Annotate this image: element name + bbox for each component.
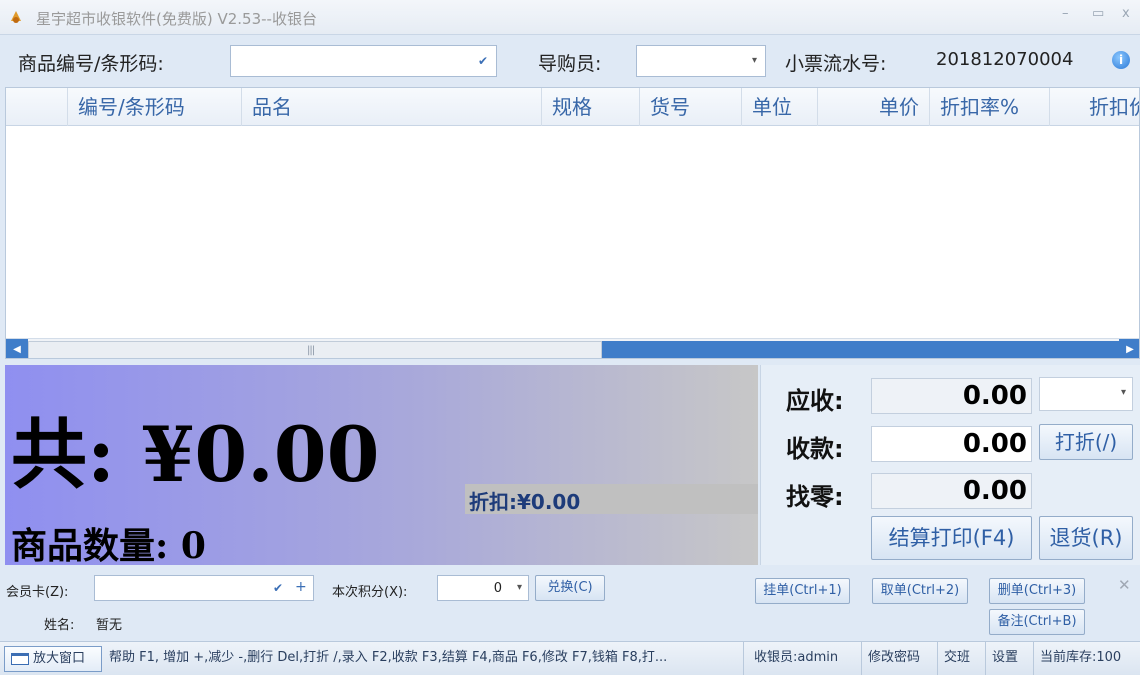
- top-input-row: 商品编号/条形码: ✔ 导购员: ▾ 小票流水号: 201812070004 i: [0, 35, 1140, 87]
- total-panel: 共: ¥0.00 折扣:¥0.00 商品数量: 0: [5, 365, 758, 567]
- payment-panel: 应收: 0.00 ▾ 收款: 0.00 打折(/) 找零: 0.00 结算打印(…: [760, 365, 1140, 565]
- column-header-selector[interactable]: [6, 88, 68, 126]
- add-icon[interactable]: +: [295, 579, 307, 595]
- hold-order-button[interactable]: 挂单(Ctrl+1): [755, 578, 850, 604]
- column-header-name[interactable]: 品名: [242, 88, 542, 126]
- points-label: 本次积分(X):: [332, 585, 408, 600]
- barcode-label: 商品编号/条形码:: [18, 53, 164, 75]
- payment-method-select[interactable]: ▾: [1039, 377, 1133, 411]
- settings-link[interactable]: 设置: [986, 642, 1034, 675]
- maximize-button[interactable]: ▭: [1092, 6, 1104, 21]
- receivable-field: 0.00: [871, 378, 1032, 414]
- discount-button[interactable]: 打折(/): [1039, 424, 1133, 460]
- check-icon[interactable]: ✔: [273, 581, 283, 595]
- column-header-barcode[interactable]: 编号/条形码: [68, 88, 242, 126]
- change-label: 找零:: [786, 483, 844, 511]
- shift-link[interactable]: 交班: [938, 642, 986, 675]
- column-header-item-no[interactable]: 货号: [640, 88, 742, 126]
- scroll-left-icon[interactable]: ◀: [6, 339, 28, 358]
- close-button[interactable]: x: [1122, 6, 1130, 21]
- member-card-input[interactable]: ✔ +: [94, 575, 314, 601]
- member-card-label: 会员卡(Z):: [6, 585, 69, 600]
- scrollbar-thumb[interactable]: |||: [28, 341, 602, 358]
- close-icon[interactable]: ✕: [1118, 576, 1131, 594]
- change-password-link[interactable]: 修改密码: [862, 642, 938, 675]
- chevron-down-icon[interactable]: ✔: [478, 54, 488, 68]
- points-select[interactable]: 0 ▾: [437, 575, 529, 601]
- member-section: 会员卡(Z): ✔ + 本次积分(X): 0 ▾ 兑换(C) 姓名: 暂无 挂单…: [0, 568, 1140, 640]
- received-label: 收款:: [786, 435, 844, 463]
- zoom-window-label: 放大窗口: [33, 651, 86, 666]
- name-value: 暂无: [96, 618, 123, 633]
- column-header-discount-price[interactable]: 折扣价: [1050, 88, 1139, 126]
- receivable-label: 应收:: [786, 387, 844, 415]
- chevron-down-icon[interactable]: ▾: [517, 582, 522, 593]
- note-button[interactable]: 备注(Ctrl+B): [989, 609, 1085, 635]
- guide-select[interactable]: ▾: [636, 45, 766, 77]
- cashier-label: 收银员:admin: [748, 642, 862, 675]
- grid-header: 编号/条形码 品名 规格 货号 单位 单价 折扣率% 折扣价: [6, 88, 1139, 126]
- minimize-button[interactable]: –: [1062, 6, 1069, 21]
- discount-amount: 折扣:¥0.00: [469, 490, 581, 514]
- name-label: 姓名:: [44, 618, 75, 633]
- item-quantity: 商品数量: 0: [11, 525, 206, 567]
- window-title: 星宇超市收银软件(免费版) V2.53--收银台: [36, 10, 317, 28]
- column-header-unit[interactable]: 单位: [742, 88, 818, 126]
- chevron-down-icon[interactable]: ▾: [1121, 387, 1126, 398]
- points-value: 0: [493, 581, 502, 596]
- product-grid[interactable]: 编号/条形码 品名 规格 货号 单位 单价 折扣率% 折扣价 ◀ ||| ▶: [5, 87, 1140, 359]
- receipt-number: 201812070004: [936, 49, 1074, 70]
- received-input[interactable]: 0.00: [871, 426, 1032, 462]
- checkout-print-button[interactable]: 结算打印(F4): [871, 516, 1032, 560]
- grip-icon: |||: [307, 345, 315, 356]
- total-amount: 共: ¥0.00: [11, 410, 380, 499]
- scroll-right-icon[interactable]: ▶: [1119, 339, 1139, 358]
- discount-box: 折扣:¥0.00: [465, 484, 758, 514]
- guide-label: 导购员:: [538, 53, 602, 75]
- shortcut-help-text: 帮助 F1, 增加 +,减少 -,删行 Del,打折 /,录入 F2,收款 F3…: [103, 642, 744, 675]
- barcode-input[interactable]: ✔: [230, 45, 497, 77]
- title-bar: 星宇超市收银软件(免费版) V2.53--收银台 – ▭ x: [0, 0, 1140, 35]
- scrollbar-track[interactable]: [602, 341, 1119, 358]
- receipt-label: 小票流水号:: [785, 53, 887, 75]
- status-bar: 放大窗口 帮助 F1, 增加 +,减少 -,删行 Del,打折 /,录入 F2,…: [0, 641, 1140, 675]
- zoom-window-button[interactable]: 放大窗口: [4, 646, 102, 672]
- app-icon: [11, 11, 21, 23]
- window-icon: [11, 653, 29, 665]
- column-header-price[interactable]: 单价: [818, 88, 930, 126]
- chevron-down-icon[interactable]: ▾: [752, 55, 757, 66]
- return-button[interactable]: 退货(R): [1039, 516, 1133, 560]
- info-icon[interactable]: i: [1112, 51, 1130, 69]
- stock-label: 当前库存:100: [1040, 650, 1122, 665]
- delete-order-button[interactable]: 删单(Ctrl+3): [989, 578, 1085, 604]
- redeem-button[interactable]: 兑换(C): [535, 575, 605, 601]
- change-field: 0.00: [871, 473, 1032, 509]
- column-header-spec[interactable]: 规格: [542, 88, 640, 126]
- column-header-discount-rate[interactable]: 折扣率%: [930, 88, 1050, 126]
- horizontal-scrollbar[interactable]: ◀ ||| ▶: [6, 338, 1139, 358]
- retrieve-order-button[interactable]: 取单(Ctrl+2): [872, 578, 968, 604]
